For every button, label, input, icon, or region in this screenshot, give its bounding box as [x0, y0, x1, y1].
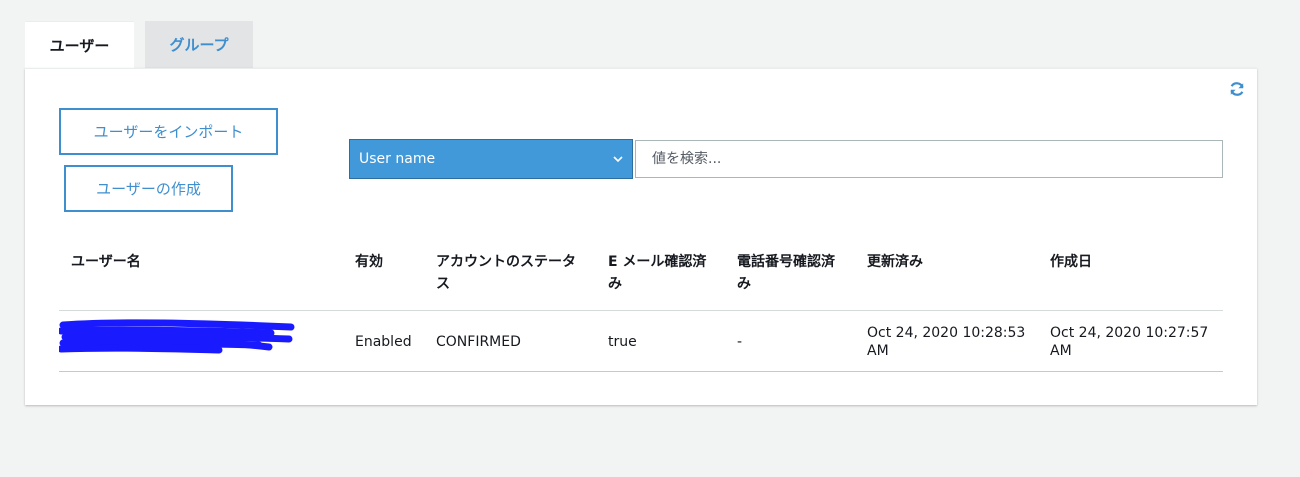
users-panel: ユーザーをインポート ユーザーの作成 User name ユーザー名 有効 アカ… [25, 68, 1257, 405]
cell-created: Oct 24, 2020 10:27:57 AM [1050, 325, 1209, 359]
refresh-icon[interactable] [1229, 81, 1245, 97]
filter-attribute-select[interactable]: User name [349, 139, 633, 179]
column-header-enabled[interactable]: 有効 [355, 251, 383, 273]
column-header-phone-verified[interactable]: 電話番号確認済み [737, 251, 837, 295]
import-users-button[interactable]: ユーザーをインポート [59, 108, 278, 155]
cell-updated: Oct 24, 2020 10:28:53 AM [867, 325, 1026, 359]
tab-bar: ユーザー グループ [25, 21, 253, 68]
tab-users[interactable]: ユーザー [25, 21, 134, 68]
filter-attribute-value: User name [359, 151, 436, 167]
cell-account-status: CONFIRMED [436, 334, 521, 350]
column-header-updated[interactable]: 更新済み [867, 251, 923, 273]
column-header-username[interactable]: ユーザー名 [71, 251, 141, 273]
column-header-account-status[interactable]: アカウントのステータス [436, 251, 586, 295]
column-header-email-verified[interactable]: E メール確認済み [608, 251, 708, 295]
column-header-created[interactable]: 作成日 [1050, 251, 1092, 273]
cell-email-verified: true [608, 334, 637, 350]
cell-enabled: Enabled [355, 334, 412, 350]
cell-phone-verified: - [737, 334, 743, 350]
tab-groups[interactable]: グループ [145, 21, 253, 68]
create-user-button[interactable]: ユーザーの作成 [64, 165, 233, 212]
chevron-down-icon [613, 156, 623, 163]
search-input[interactable] [635, 140, 1223, 178]
table-row[interactable]: Enabled CONFIRMED true - Oct 24, 2020 10… [59, 311, 1223, 372]
redaction-scribble [59, 319, 295, 354]
